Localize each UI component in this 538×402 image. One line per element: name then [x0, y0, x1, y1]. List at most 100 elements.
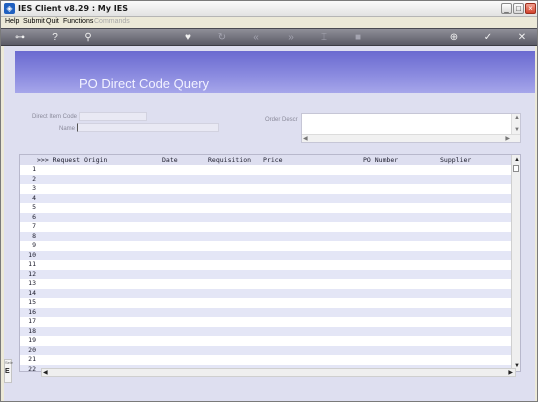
rewind-icon[interactable]: « [249, 31, 263, 45]
table-row[interactable]: 20 [20, 345, 512, 355]
row-number: 7 [32, 222, 36, 230]
row-number: 19 [28, 336, 36, 344]
order-descr-label: Order Descr [265, 117, 298, 123]
col-price[interactable]: Price [263, 156, 283, 164]
table-row[interactable]: 3 [20, 184, 512, 194]
name-label: Name [59, 126, 76, 132]
heart-icon[interactable]: ♥ [181, 31, 195, 45]
help-icon[interactable]: ? [48, 31, 62, 45]
scroll-right-icon[interactable]: ▶ [508, 369, 513, 377]
row-number: 12 [28, 269, 36, 278]
order-descr-textarea[interactable]: ▲ ▼ ◀ ▶ [301, 113, 521, 143]
minimize-button[interactable]: _ [501, 3, 512, 14]
table-row[interactable]: 9 [20, 241, 512, 251]
row-number: 2 [32, 174, 36, 183]
stop-icon[interactable]: ■ [351, 31, 365, 45]
row-number: 4 [32, 193, 36, 202]
table-row[interactable]: 18 [20, 326, 512, 336]
content-area: PO Direct Code Query Direct Item Code Na… [4, 46, 535, 401]
scroll-right-icon[interactable]: ▶ [505, 135, 510, 143]
table-row[interactable]: 1 [20, 165, 512, 175]
col-po-number[interactable]: PO Number [363, 156, 398, 164]
maximize-button[interactable]: □ [513, 3, 524, 14]
key-icon[interactable]: ⊶ [9, 31, 31, 45]
table-row[interactable]: 5 [20, 203, 512, 213]
check-icon[interactable]: ✓ [481, 31, 495, 45]
row-number: 6 [32, 212, 36, 221]
app-window: ◈ IES Client v8.29 : My IES _ □ × Help S… [0, 0, 538, 402]
col-supplier[interactable]: Supplier [440, 156, 471, 164]
direct-item-code-label: Direct Item Code [32, 114, 78, 120]
table-row[interactable]: 15 [20, 298, 512, 308]
side-stub-top-label: Sele [5, 360, 14, 365]
row-number: 21 [28, 355, 36, 363]
table-row[interactable]: 2 [20, 174, 512, 184]
page-header: PO Direct Code Query [15, 51, 535, 93]
row-number: 9 [32, 241, 36, 249]
row-number: 10 [28, 250, 36, 259]
row-number: 22 [28, 364, 36, 372]
table-row[interactable]: 8 [20, 231, 512, 241]
window-title: IES Client v8.29 : My IES [18, 4, 128, 13]
app-icon: ◈ [4, 3, 15, 14]
table-row[interactable]: 12 [20, 269, 512, 279]
row-number: 1 [32, 165, 36, 173]
grid-scroll-thumb[interactable] [513, 165, 519, 172]
grid-hscroll[interactable]: ◀ ▶ [41, 368, 516, 377]
table-row[interactable]: 6 [20, 212, 512, 222]
menu-bar: Help Submit Quit Functions Commands [1, 17, 537, 28]
scroll-up-icon[interactable]: ▲ [514, 156, 520, 164]
row-number: 18 [28, 326, 36, 335]
page-title: PO Direct Code Query [79, 76, 210, 91]
menu-quit[interactable]: Quit [46, 18, 59, 25]
refresh-icon[interactable]: ↻ [215, 31, 229, 45]
table-row[interactable]: 11 [20, 260, 512, 270]
table-row[interactable]: 21 [20, 355, 512, 365]
row-number: 15 [28, 298, 36, 306]
row-number: 5 [32, 203, 36, 211]
order-descr-hscroll[interactable]: ◀ ▶ [302, 134, 520, 142]
scroll-left-icon[interactable]: ◀ [43, 369, 48, 377]
search-icon[interactable]: ⚲ [81, 31, 95, 45]
menu-help[interactable]: Help [5, 18, 19, 25]
row-number: 11 [28, 260, 36, 268]
row-number: 13 [28, 279, 36, 287]
row-number: 3 [32, 184, 36, 192]
table-row[interactable]: 10 [20, 250, 512, 260]
close-button[interactable]: × [525, 3, 536, 14]
name-field[interactable] [77, 123, 219, 132]
table-row[interactable]: 4 [20, 193, 512, 203]
table-row[interactable]: 7 [20, 222, 512, 232]
menu-functions[interactable]: Functions [63, 18, 93, 25]
scroll-down-icon[interactable]: ▼ [514, 126, 520, 134]
title-bar: ◈ IES Client v8.29 : My IES _ □ × [1, 1, 537, 17]
table-row[interactable]: 13 [20, 279, 512, 289]
menu-commands: Commands [94, 18, 130, 25]
col-request-origin[interactable]: >>> Request Origin [37, 156, 107, 164]
table-row[interactable]: 17 [20, 317, 512, 327]
fast-forward-icon[interactable]: » [284, 31, 298, 45]
col-requisition[interactable]: Requisition [208, 156, 251, 164]
row-number: 14 [28, 288, 36, 297]
toolbar: ⊶ ? ⚲ ♥ ↻ « » ⌶ ■ ⊕ ✓ ✕ [1, 28, 537, 46]
direct-item-code-field[interactable] [79, 112, 147, 121]
scroll-left-icon[interactable]: ◀ [303, 135, 308, 143]
grid-header: >>> Request Origin Date Requisition Pric… [20, 155, 512, 165]
row-number: 16 [28, 307, 36, 316]
side-stub-bottom-label: E [5, 368, 10, 375]
results-grid[interactable]: >>> Request Origin Date Requisition Pric… [19, 154, 521, 372]
side-panel-stub[interactable]: Sele E [4, 359, 14, 383]
scroll-up-icon[interactable]: ▲ [514, 114, 520, 122]
table-row[interactable]: 19 [20, 336, 512, 346]
row-number: 8 [32, 231, 36, 240]
bookmark-icon[interactable]: ⌶ [317, 31, 331, 45]
grid-vscroll[interactable]: ▲ ▼ [511, 155, 520, 371]
table-row[interactable]: 16 [20, 307, 512, 317]
table-row[interactable]: 14 [20, 288, 512, 298]
globe-icon[interactable]: ⊕ [447, 31, 461, 45]
row-number: 17 [28, 317, 36, 325]
row-number: 20 [28, 345, 36, 354]
close-icon[interactable]: ✕ [515, 31, 529, 45]
menu-submit[interactable]: Submit [23, 18, 45, 25]
col-date[interactable]: Date [162, 156, 178, 164]
